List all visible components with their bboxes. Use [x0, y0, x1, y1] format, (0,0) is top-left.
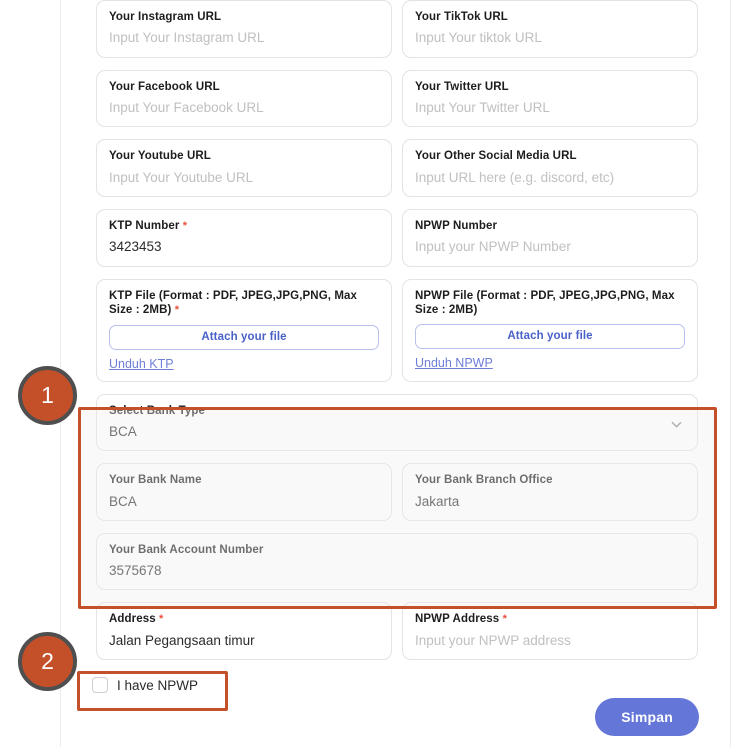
field-label: Your Youtube URL	[109, 149, 379, 163]
field-label: NPWP File (Format : PDF, JPEG,JPG,PNG, M…	[415, 289, 685, 318]
download-ktp-link[interactable]: Unduh KTP	[109, 357, 174, 371]
field-label: Your Bank Name	[109, 473, 379, 487]
field-label: Your Other Social Media URL	[415, 149, 685, 163]
field-label: Address *	[109, 612, 379, 627]
form-row-social-3: Your Youtube URL Input Your Youtube URL …	[96, 139, 698, 197]
form-row-social-1: Your Instagram URL Input Your Instagram …	[96, 0, 698, 58]
field-npwp-number[interactable]: NPWP Number Input your NPWP Number	[402, 209, 698, 267]
field-other-social-url[interactable]: Your Other Social Media URL Input URL he…	[402, 139, 698, 197]
field-value: BCA	[109, 494, 379, 510]
callout-marker-1: 1	[18, 366, 77, 425]
required-asterisk: *	[183, 220, 187, 232]
attach-ktp-file-button[interactable]: Attach your file	[109, 325, 379, 350]
form-row-bank-type: Select Bank Type BCA	[96, 394, 698, 452]
field-bank-branch-office[interactable]: Your Bank Branch Office Jakarta	[402, 463, 698, 521]
field-label: Your Twitter URL	[415, 80, 685, 94]
save-button[interactable]: Simpan	[595, 698, 699, 736]
checkbox-label[interactable]: I have NPWP	[117, 678, 198, 693]
field-label: KTP File (Format : PDF, JPEG,JPG,PNG, Ma…	[109, 289, 379, 318]
field-address[interactable]: Address * Jalan Pegangsaan timur	[96, 602, 392, 660]
field-label: KTP Number *	[109, 219, 379, 234]
field-label: Your Bank Account Number	[109, 543, 685, 557]
field-ktp-number[interactable]: KTP Number * 3423453	[96, 209, 392, 267]
field-value: Input your NPWP Number	[415, 239, 685, 255]
field-tiktok-url[interactable]: Your TikTok URL Input Your tiktok URL	[402, 0, 698, 58]
field-label: Your Bank Branch Office	[415, 473, 685, 487]
field-npwp-address[interactable]: NPWP Address * Input your NPWP address	[402, 602, 698, 660]
field-select-bank-type[interactable]: Select Bank Type BCA	[96, 394, 698, 452]
field-bank-name[interactable]: Your Bank Name BCA	[96, 463, 392, 521]
form-row-bank-account: Your Bank Account Number 3575678	[96, 533, 698, 591]
form-row-bank-name-branch: Your Bank Name BCA Your Bank Branch Offi…	[96, 463, 698, 521]
field-value: Input Your Facebook URL	[109, 100, 379, 116]
field-value: Jakarta	[415, 494, 685, 510]
form-row-id-numbers: KTP Number * 3423453 NPWP Number Input y…	[96, 209, 698, 267]
field-label: Your Instagram URL	[109, 10, 379, 24]
field-value: Input your NPWP address	[415, 633, 685, 649]
callout-marker-2: 2	[18, 632, 77, 691]
field-value: Input Your Instagram URL	[109, 30, 379, 46]
field-value: Jalan Pegangsaan timur	[109, 633, 379, 649]
field-value: Input URL here (e.g. discord, etc)	[415, 170, 685, 186]
field-value: 3575678	[109, 563, 685, 579]
field-label: NPWP Address *	[415, 612, 685, 627]
field-label: Your Facebook URL	[109, 80, 379, 94]
form-row-file-uploads: KTP File (Format : PDF, JPEG,JPG,PNG, Ma…	[96, 279, 698, 382]
field-value: Input Your Youtube URL	[109, 170, 379, 186]
form-footer: I have NPWP Simpan	[96, 671, 698, 731]
panel-divider-right	[730, 0, 731, 747]
page-root: Your Instagram URL Input Your Instagram …	[0, 0, 737, 747]
field-label: Select Bank Type	[109, 404, 685, 418]
field-value: Input Your tiktok URL	[415, 30, 685, 46]
attach-npwp-file-button[interactable]: Attach your file	[415, 324, 685, 349]
field-npwp-file: NPWP File (Format : PDF, JPEG,JPG,PNG, M…	[402, 279, 698, 382]
field-facebook-url[interactable]: Your Facebook URL Input Your Facebook UR…	[96, 70, 392, 128]
form-row-social-2: Your Facebook URL Input Your Facebook UR…	[96, 70, 698, 128]
field-value: BCA	[109, 424, 685, 440]
npwp-checkbox-row[interactable]: I have NPWP	[92, 677, 198, 693]
profile-form: Your Instagram URL Input Your Instagram …	[96, 0, 698, 672]
form-row-address: Address * Jalan Pegangsaan timur NPWP Ad…	[96, 602, 698, 660]
field-twitter-url[interactable]: Your Twitter URL Input Your Twitter URL	[402, 70, 698, 128]
required-asterisk: *	[159, 613, 163, 625]
field-instagram-url[interactable]: Your Instagram URL Input Your Instagram …	[96, 0, 392, 58]
field-bank-account-number[interactable]: Your Bank Account Number 3575678	[96, 533, 698, 591]
field-ktp-file: KTP File (Format : PDF, JPEG,JPG,PNG, Ma…	[96, 279, 392, 382]
field-label-text: Address	[109, 613, 156, 625]
field-label: NPWP Number	[415, 219, 685, 233]
field-label-text: KTP File (Format : PDF, JPEG,JPG,PNG, Ma…	[109, 290, 357, 316]
field-value: 3423453	[109, 239, 379, 255]
checkbox-i-have-npwp[interactable]	[92, 677, 108, 693]
required-asterisk: *	[175, 304, 179, 316]
required-asterisk: *	[503, 613, 507, 625]
field-value: Input Your Twitter URL	[415, 100, 685, 116]
field-label-text: NPWP Address	[415, 613, 499, 625]
download-npwp-link[interactable]: Unduh NPWP	[415, 356, 493, 370]
field-label: Your TikTok URL	[415, 10, 685, 24]
field-label-text: KTP Number	[109, 220, 179, 232]
field-youtube-url[interactable]: Your Youtube URL Input Your Youtube URL	[96, 139, 392, 197]
